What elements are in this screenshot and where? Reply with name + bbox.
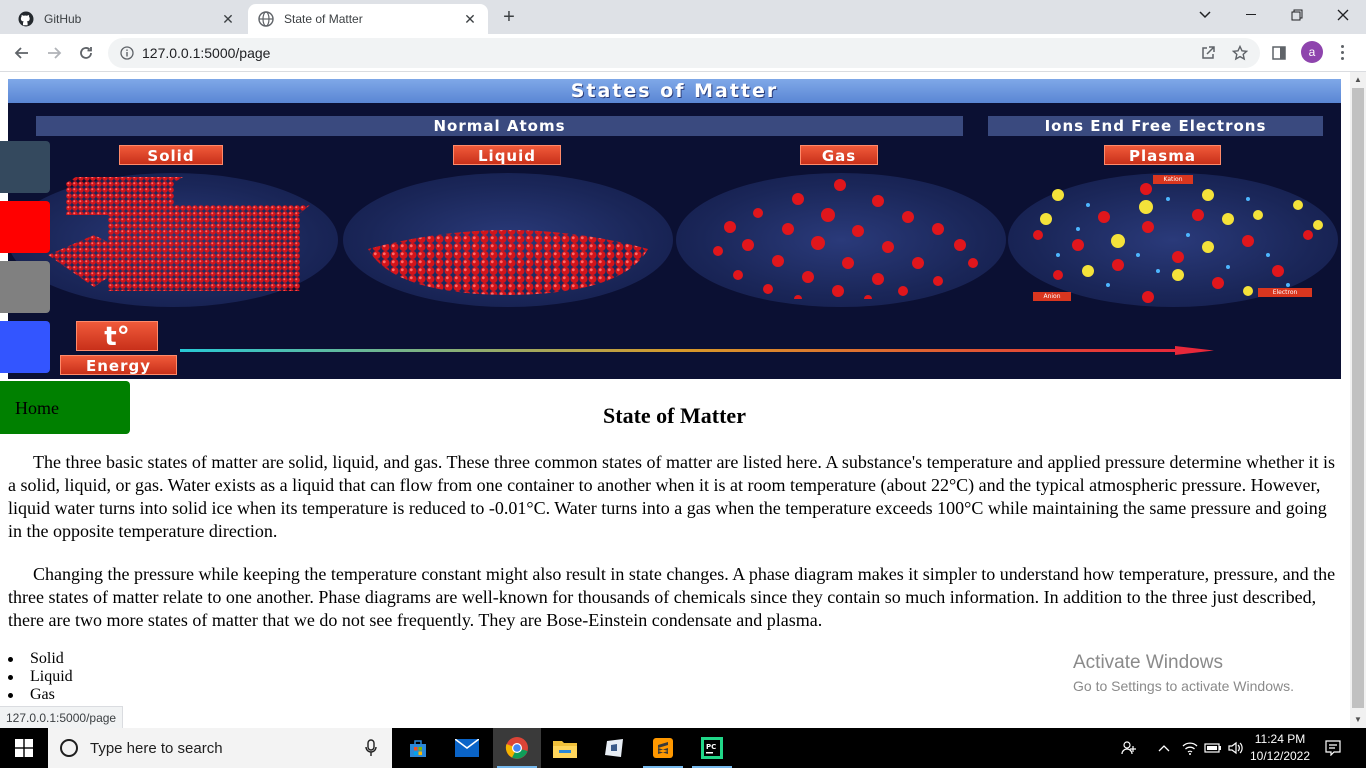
chevron-up-icon[interactable] (1155, 728, 1173, 768)
app-cube-icon[interactable] (590, 728, 638, 768)
label-solid: Solid (119, 145, 223, 165)
group-normal-atoms: Normal Atoms (36, 116, 963, 136)
profile-avatar[interactable]: a (1301, 41, 1323, 63)
side-color-block-blue[interactable] (0, 321, 50, 373)
svg-text:PC: PC (706, 743, 716, 751)
side-color-block-red[interactable] (0, 201, 50, 253)
browser-toolbar: 127.0.0.1:5000/page (0, 34, 1366, 72)
paragraph-states-intro: The three basic states of matter are sol… (8, 452, 1335, 541)
taskbar-clock[interactable]: 11:24 PM 10/12/2022 (1238, 731, 1322, 765)
scroll-thumb[interactable] (1352, 88, 1364, 708)
back-arrow-icon[interactable] (9, 40, 35, 66)
tab-title: State of Matter (284, 12, 363, 26)
page-viewport: States of Matter Normal Atoms Ions End F… (0, 72, 1350, 728)
close-icon[interactable]: ✕ (462, 11, 478, 27)
close-icon[interactable]: ✕ (220, 11, 236, 27)
chrome-icon[interactable] (493, 728, 541, 768)
forward-arrow-icon[interactable] (41, 40, 67, 66)
gas-illustration (713, 179, 978, 299)
windows-start-button[interactable] (0, 728, 48, 768)
search-icon (60, 739, 78, 757)
anion-tag: Anion (1033, 292, 1071, 301)
reload-icon[interactable] (73, 40, 99, 66)
close-window-button[interactable] (1320, 0, 1366, 30)
battery-icon[interactable] (1202, 728, 1224, 768)
label-liquid: Liquid (453, 145, 561, 165)
solid-lattice-illustration (48, 177, 310, 291)
plasma-illustration (1033, 183, 1323, 303)
clock-time: 11:24 PM (1254, 732, 1306, 746)
list-item: Solid (8, 650, 73, 668)
globe-icon (258, 11, 274, 27)
browser-tab-strip: GitHub ✕ State of Matter ✕ + (0, 0, 1366, 34)
search-placeholder: Type here to search (90, 739, 223, 757)
notifications-icon[interactable] (1322, 728, 1344, 768)
minimize-button[interactable] (1228, 0, 1274, 30)
kation-tag: Kation (1153, 175, 1193, 184)
bookmark-star-icon[interactable] (1227, 40, 1253, 66)
status-bar-url: 127.0.0.1:5000/page (0, 706, 124, 728)
windows-logo-icon (15, 739, 33, 757)
pycharm-icon[interactable]: PC (688, 728, 736, 768)
temperature-symbol: t° (76, 321, 158, 352)
share-icon[interactable] (1195, 40, 1221, 66)
new-tab-button[interactable]: + (498, 6, 520, 28)
scroll-up-arrow-icon[interactable]: ▲ (1350, 72, 1366, 88)
paragraph-phase-changes: Changing the pressure while keeping the … (8, 564, 1336, 630)
page-scrollbar[interactable]: ▲ ▼ (1350, 72, 1366, 728)
browser-menu-icon[interactable] (1334, 40, 1350, 64)
tab-search-icon[interactable] (1182, 0, 1228, 30)
restore-button[interactable] (1274, 0, 1320, 30)
github-icon (18, 11, 34, 27)
label-gas: Gas (800, 145, 878, 165)
energy-label: Energy (60, 355, 177, 375)
microsoft-store-icon[interactable] (394, 728, 442, 768)
wifi-icon[interactable] (1180, 728, 1200, 768)
banner-header: States of Matter (8, 79, 1341, 103)
group-ions: Ions End Free Electrons (988, 116, 1323, 136)
file-explorer-icon[interactable] (541, 728, 589, 768)
taskbar-search-input[interactable]: Type here to search (48, 728, 392, 768)
sublime-text-icon[interactable] (639, 728, 687, 768)
energy-arrow-icon (180, 346, 1214, 355)
mail-icon[interactable] (443, 728, 491, 768)
banner-title: States of Matter (570, 80, 779, 102)
side-color-block-gray[interactable] (0, 261, 50, 313)
tab-state-of-matter[interactable]: State of Matter ✕ (248, 4, 488, 34)
label-plasma: Plasma (1104, 145, 1221, 165)
liquid-illustration (368, 230, 648, 295)
list-item: Liquid (8, 668, 73, 686)
clock-date: 10/12/2022 (1249, 749, 1311, 763)
scroll-down-arrow-icon[interactable]: ▼ (1350, 712, 1366, 728)
info-icon[interactable] (120, 46, 134, 60)
tab-title: GitHub (44, 12, 82, 26)
page-title: State of Matter (603, 403, 746, 428)
activate-windows-watermark: Activate Windows Go to Settings to activ… (1073, 651, 1294, 697)
people-icon[interactable] (1118, 728, 1140, 768)
states-of-matter-banner: States of Matter Normal Atoms Ions End F… (8, 79, 1341, 379)
address-bar[interactable]: 127.0.0.1:5000/page (108, 38, 1260, 68)
electron-tag: Electron (1258, 288, 1312, 297)
microphone-icon[interactable] (364, 739, 378, 757)
side-color-block-slate[interactable] (0, 141, 50, 193)
states-list: Solid Liquid Gas (8, 650, 73, 704)
side-panel-icon[interactable] (1266, 40, 1292, 66)
watermark-title: Activate Windows (1073, 652, 1223, 673)
list-item: Gas (8, 686, 73, 704)
windows-taskbar: Type here to search PC 11:24 PM 10/12/20… (0, 728, 1366, 768)
watermark-subtitle: Go to Settings to activate Windows. (1073, 678, 1294, 694)
tab-github[interactable]: GitHub ✕ (8, 4, 246, 34)
url-text: 127.0.0.1:5000/page (142, 45, 271, 61)
